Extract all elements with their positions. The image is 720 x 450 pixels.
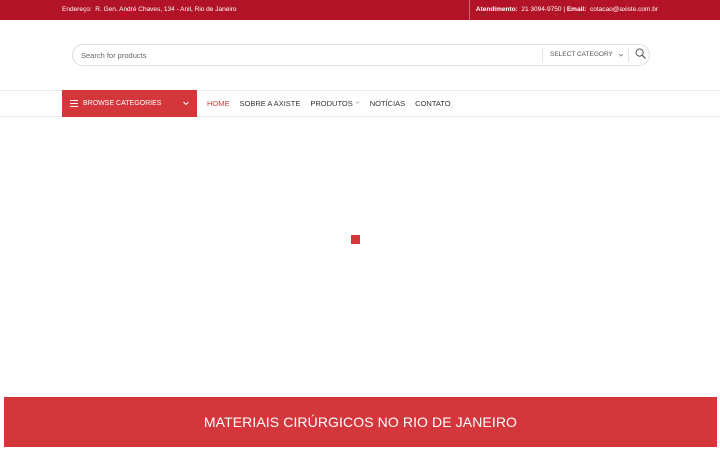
category-select[interactable]: SELECT CATEGORY: [550, 45, 624, 65]
category-select-label: SELECT CATEGORY: [550, 51, 613, 58]
nav-item-home[interactable]: HOME: [207, 99, 230, 108]
hero-banner: MATERIAIS CIRÚRGICOS NO RIO DE JANEIRO: [4, 397, 717, 447]
browse-categories-button[interactable]: BROWSE CATEGORIES: [62, 90, 197, 118]
browse-categories-label: BROWSE CATEGORIES: [83, 100, 162, 107]
email-link[interactable]: cotacao@axiste.com.br: [590, 6, 658, 13]
contact-separator: |: [563, 6, 566, 13]
nav-item-contato[interactable]: CONTATO: [415, 99, 450, 108]
chevron-down-icon: [618, 45, 624, 74]
address-label: Endereço:: [62, 6, 92, 13]
main-navigation: BROWSE CATEGORIES HOME SOBRE A AXISTE PR…: [0, 90, 720, 118]
nav-item-produtos[interactable]: PRODUTOS: [310, 99, 359, 108]
banner-title: MATERIAIS CIRÚRGICOS NO RIO DE JANEIRO: [203, 414, 518, 430]
main-content: [0, 117, 720, 397]
phone-link[interactable]: 21 3094-9750: [521, 6, 561, 13]
search-divider: [628, 48, 629, 62]
top-bar: Endereço: R. Gen. André Chaves, 134 - An…: [0, 0, 720, 20]
nav-item-sobre[interactable]: SOBRE A AXISTE: [240, 99, 301, 108]
search-icon: [635, 46, 646, 64]
address-info: Endereço: R. Gen. André Chaves, 134 - An…: [62, 0, 237, 20]
phone-label: Atendimento:: [475, 6, 518, 13]
loading-square-icon: [351, 235, 360, 244]
chevron-down-icon: [182, 99, 190, 109]
top-bar-divider: [469, 0, 470, 20]
chevron-down-icon: [355, 100, 360, 107]
nav-item-produtos-label: PRODUTOS: [310, 99, 353, 108]
contact-info: Atendimento: 21 3094-9750 | Email: cotac…: [476, 0, 658, 20]
hamburger-icon: [70, 100, 78, 107]
site-header: SELECT CATEGORY: [0, 20, 720, 90]
email-label: Email:: [566, 6, 587, 13]
search-divider: [542, 48, 543, 62]
nav-item-noticias[interactable]: NOTÍCIAS: [370, 99, 405, 108]
address-text: R. Gen. André Chaves, 134 - Anil, Rio de…: [95, 6, 237, 13]
nav-menu: HOME SOBRE A AXISTE PRODUTOS NOTÍCIAS CO…: [207, 91, 461, 116]
product-search-form: SELECT CATEGORY: [72, 44, 650, 66]
search-input[interactable]: [81, 45, 536, 65]
search-button[interactable]: [631, 45, 649, 65]
